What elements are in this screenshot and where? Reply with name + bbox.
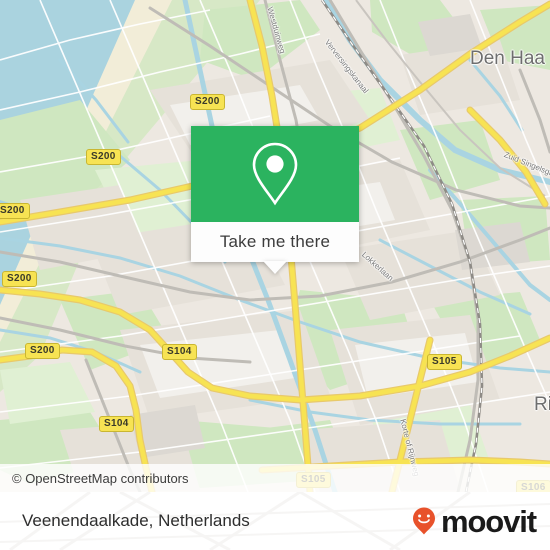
take-me-there-label: Take me there	[219, 232, 331, 251]
osm-attribution-text[interactable]: © OpenStreetMap contributors	[0, 471, 189, 486]
map-canvas[interactable]: Den Haa Ri Verversingskanaal Westduinweg…	[0, 0, 550, 492]
moovit-pin-smile-icon	[412, 507, 435, 535]
map-place-label: Den Haa	[470, 48, 545, 69]
location-title: Veenendaalkade, Netherlands	[22, 511, 250, 530]
footer-bar: Veenendaalkade, Netherlands moovit	[0, 492, 550, 550]
take-me-there-button[interactable]: Take me there	[191, 222, 359, 262]
road-shield: S200	[25, 343, 60, 359]
road-shield: S104	[162, 344, 197, 360]
road-shield: S105	[427, 354, 462, 370]
map-screenshot: Den Haa Ri Verversingskanaal Westduinweg…	[0, 0, 550, 550]
moovit-logo[interactable]: moovit	[409, 506, 550, 537]
callout-pointer-tail	[263, 261, 287, 274]
map-pin-icon	[252, 142, 298, 206]
road-shield: S200	[2, 271, 37, 287]
map-place-label: Ri	[534, 394, 550, 415]
location-callout-card[interactable]: Take me there	[191, 126, 359, 262]
callout-icon-area	[191, 126, 359, 222]
road-shield: S104	[99, 416, 134, 432]
road-shield: S200	[86, 149, 121, 165]
road-shield: S200	[190, 94, 225, 110]
map-attribution-bar: © OpenStreetMap contributors	[0, 464, 550, 492]
road-shield: S200	[0, 203, 30, 219]
moovit-wordmark: moovit	[440, 503, 537, 539]
